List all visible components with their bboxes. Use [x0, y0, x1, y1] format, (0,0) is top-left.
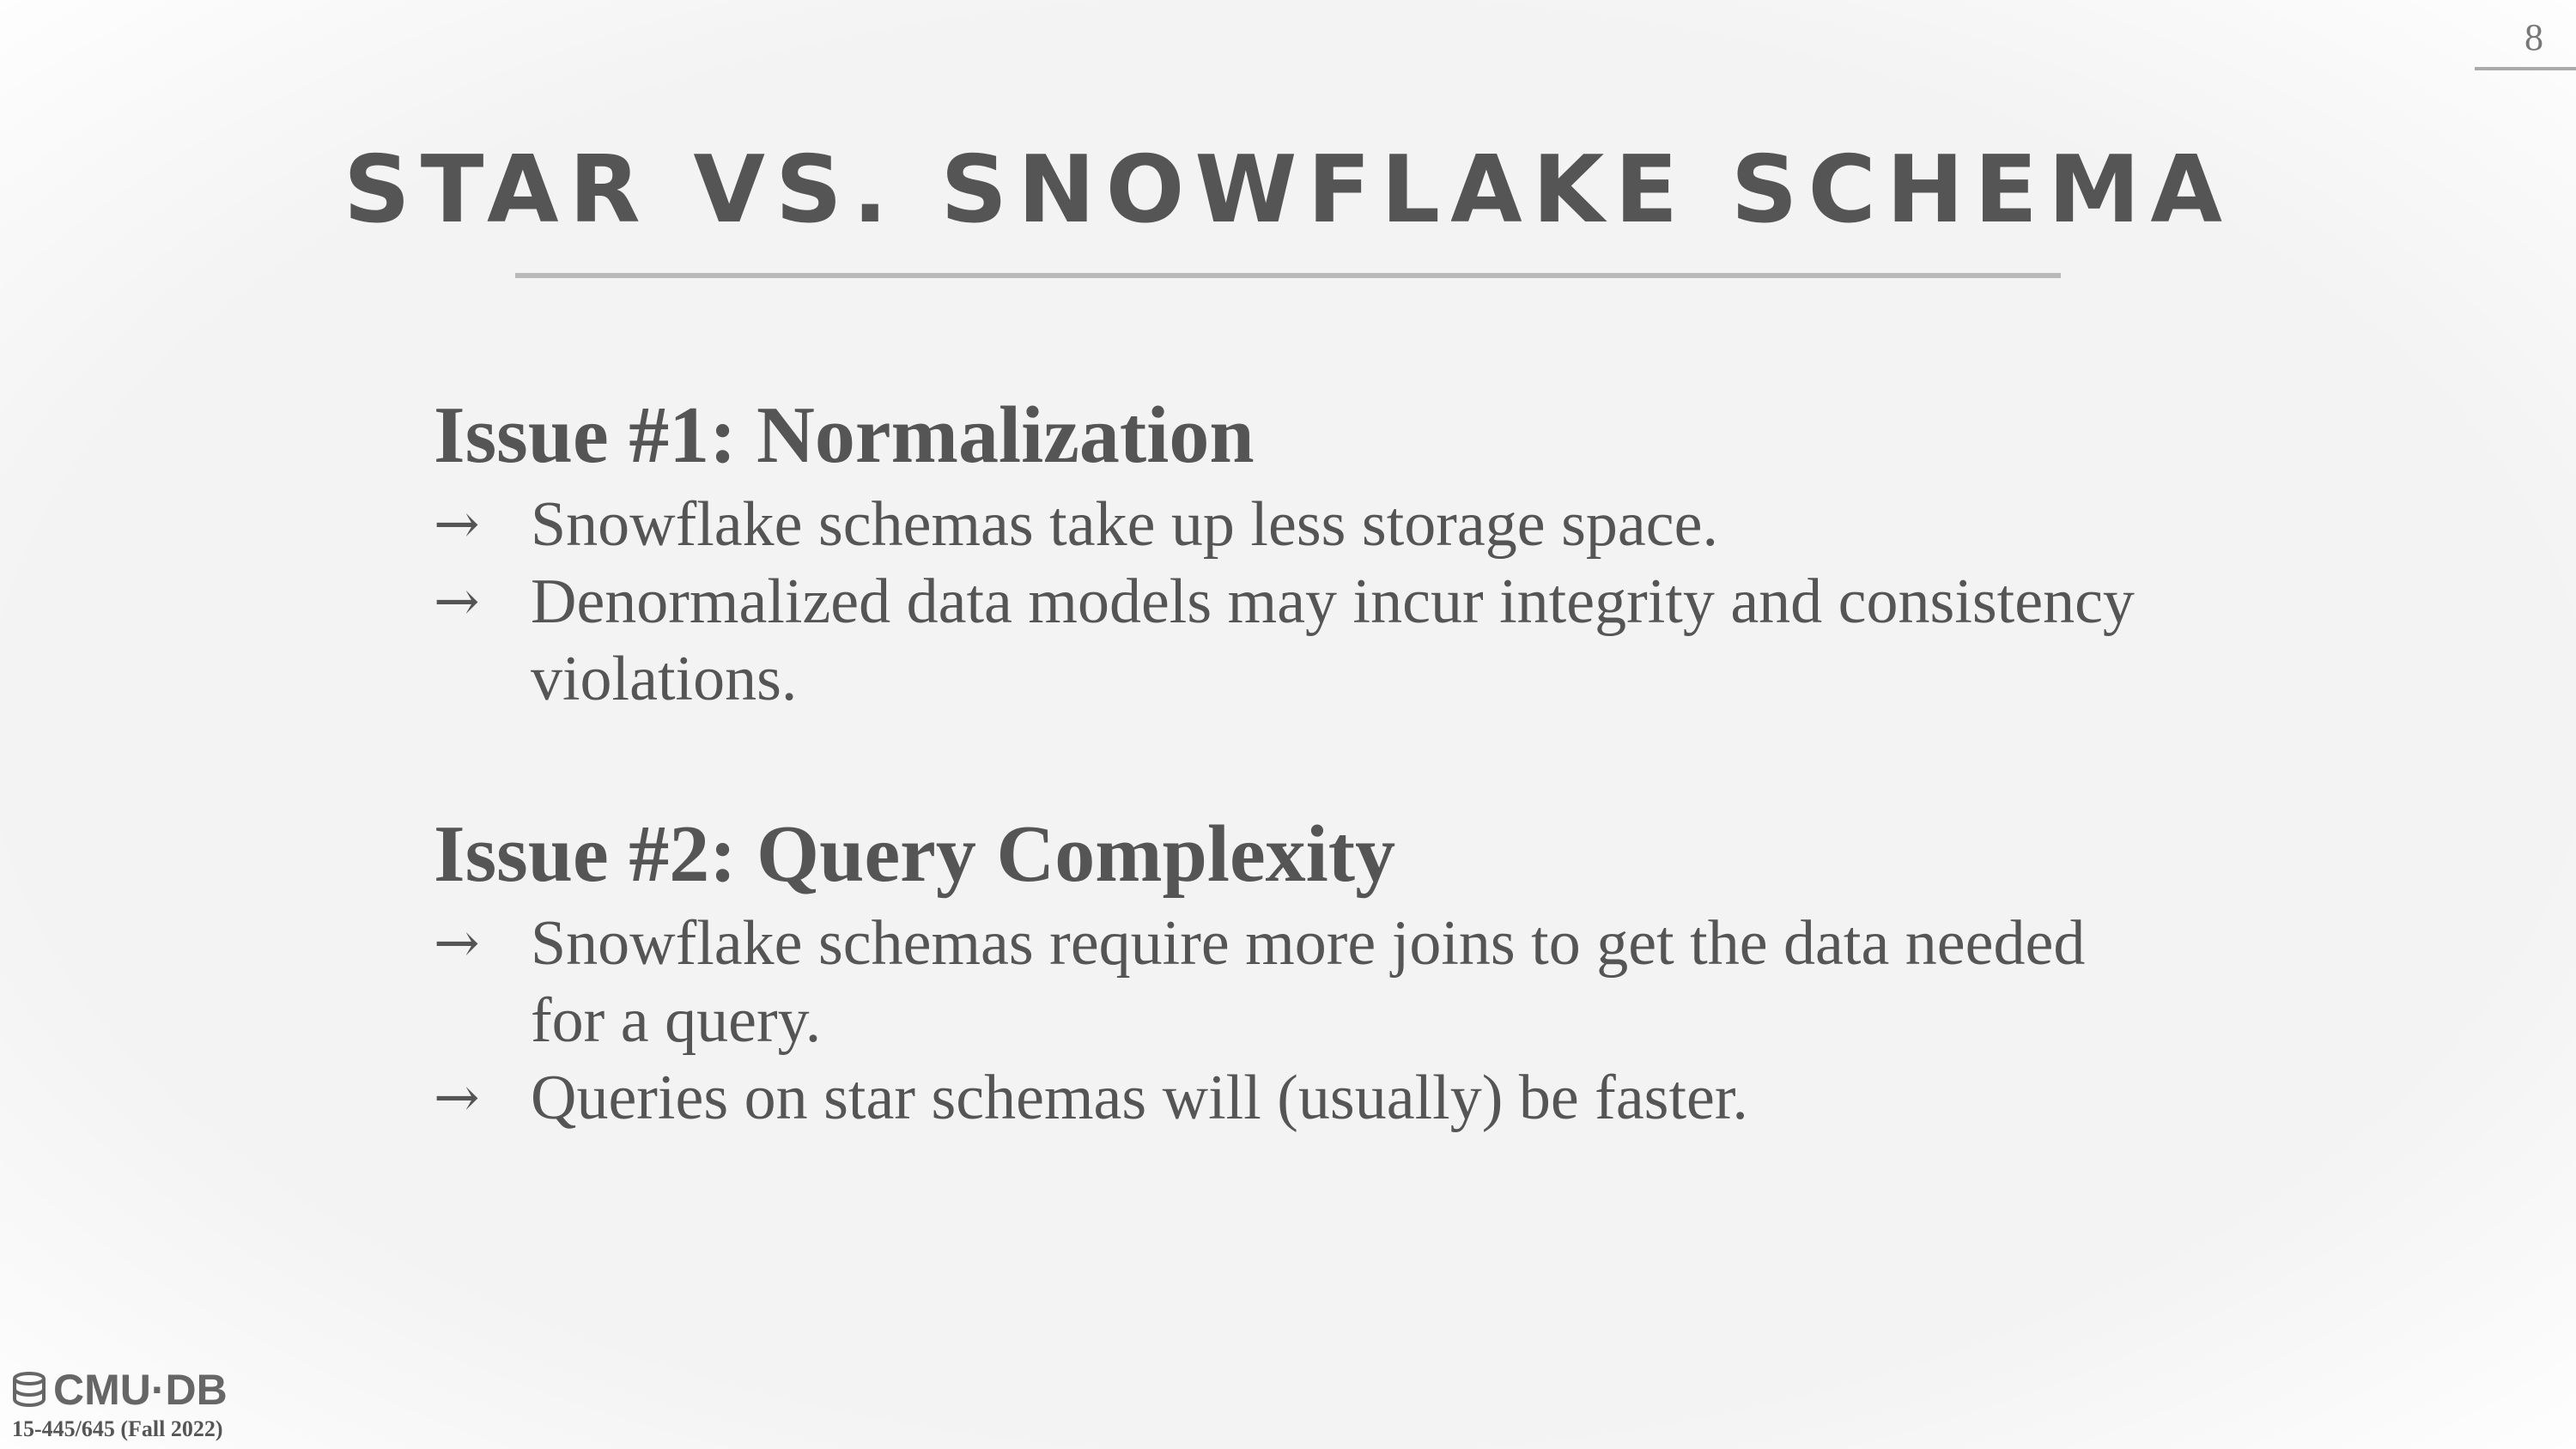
bullet-item: → Snowflake schemas require more joins t… [434, 905, 2151, 1059]
database-icon [13, 1372, 46, 1408]
section-normalization: Issue #1: Normalization → Snowflake sche… [434, 385, 2151, 718]
slide-content: Issue #1: Normalization → Snowflake sche… [434, 385, 2151, 1222]
slide-title: STAR VS. SNOWFLAKE SCHEMA [343, 136, 2233, 244]
logo-text: CMU·DB [53, 1366, 228, 1414]
arrow-right-icon: → [434, 570, 480, 634]
bullet-text: Denormalized data models may incur integ… [531, 567, 2135, 714]
page-number: 8 [2524, 16, 2543, 58]
page-number-rule [2475, 67, 2576, 70]
bullet-item: → Snowflake schemas take up less storage… [434, 486, 2151, 563]
arrow-right-icon: → [434, 493, 480, 556]
bullet-item: → Queries on star schemas will (usually)… [434, 1059, 2151, 1137]
bullet-item: → Denormalized data models may incur int… [434, 563, 2151, 718]
cmu-db-logo: CMU·DB [10, 1365, 228, 1415]
section-heading: Issue #2: Query Complexity [434, 809, 1396, 899]
course-label: 15-445/645 (Fall 2022) [12, 1416, 223, 1441]
bullet-text: Snowflake schemas take up less storage s… [531, 489, 1718, 560]
bullet-text: Queries on star schemas will (usually) b… [531, 1063, 1748, 1133]
bullet-list: → Snowflake schemas take up less storage… [434, 486, 2151, 718]
arrow-right-icon: → [434, 1066, 480, 1130]
section-heading: Issue #1: Normalization [434, 391, 1255, 480]
bullet-list: → Snowflake schemas require more joins t… [434, 905, 2151, 1137]
section-query-complexity: Issue #2: Query Complexity → Snowflake s… [434, 803, 2151, 1137]
title-underline [515, 273, 2061, 278]
bullet-text: Snowflake schemas require more joins to … [531, 908, 2086, 1056]
arrow-right-icon: → [434, 912, 480, 975]
